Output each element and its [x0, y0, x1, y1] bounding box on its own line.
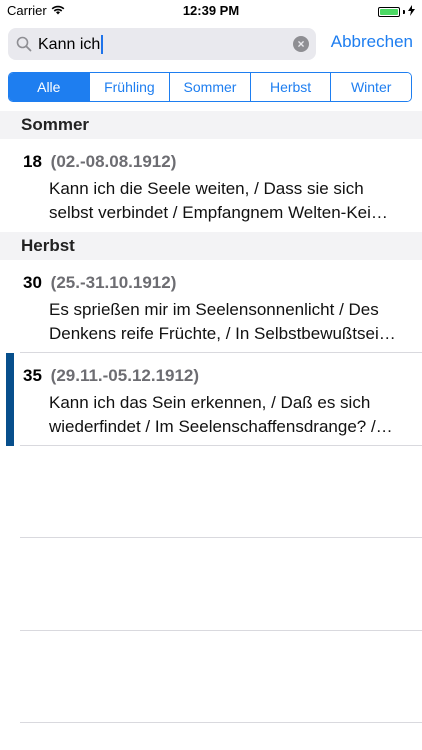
clear-icon[interactable]: ×: [293, 36, 309, 52]
row-separator: [20, 537, 422, 538]
status-time: 12:39 PM: [182, 3, 240, 18]
row-title: 18 (02.-08.08.1912): [23, 152, 176, 172]
list-item[interactable]: 18 (02.-08.08.1912) Kann ich die Seele w…: [0, 139, 422, 232]
search-input[interactable]: Kann ich ×: [8, 28, 316, 60]
verse-excerpt: Kann ich das Sein erkennen, / Daß es sic…: [49, 391, 409, 439]
verse-date: (02.-08.08.1912): [50, 152, 177, 171]
status-bar: Carrier 12:39 PM: [0, 0, 422, 22]
verse-line-2: wiederfindet / Im Seelenschaffensdrange?…: [49, 417, 393, 436]
search-value: Kann ich: [38, 35, 101, 53]
segment-alle[interactable]: Alle: [9, 73, 89, 101]
cancel-button[interactable]: Abbrechen: [331, 32, 413, 52]
section-header-herbst: Herbst: [0, 232, 422, 260]
row-separator: [20, 630, 422, 631]
text-cursor: [101, 35, 104, 54]
search-row: Kann ich × Abbrechen: [0, 22, 422, 66]
section-header-sommer: Sommer: [0, 111, 422, 139]
row-title: 35 (29.11.-05.12.1912): [23, 366, 199, 386]
verse-number: 35: [23, 366, 42, 385]
verse-number: 30: [23, 273, 42, 292]
segment-herbst[interactable]: Herbst: [249, 73, 331, 101]
status-right: [378, 4, 415, 19]
verse-excerpt: Kann ich die Seele weiten, / Dass sie si…: [49, 177, 409, 225]
verse-excerpt: Es sprießen mir im Seelensonnenlicht / D…: [49, 298, 409, 346]
verse-line-1: Kann ich die Seele weiten, / Dass sie si…: [49, 179, 364, 198]
battery-tip: [403, 9, 405, 14]
row-title: 30 (25.-31.10.1912): [23, 273, 176, 293]
segment-sommer[interactable]: Sommer: [169, 73, 250, 101]
battery-icon: [378, 6, 400, 17]
list-item[interactable]: 35 (29.11.-05.12.1912) Kann ich das Sein…: [0, 353, 422, 446]
charging-icon: [408, 4, 415, 19]
list-item[interactable]: 30 (25.-31.10.1912) Es sprießen mir im S…: [0, 260, 422, 353]
verse-date: (25.-31.10.1912): [50, 273, 177, 292]
verse-line-1: Kann ich das Sein erkennen, / Daß es sic…: [49, 393, 371, 412]
verse-line-1: Es sprießen mir im Seelensonnenlicht / D…: [49, 300, 379, 319]
verse-line-2: selbst verbindet / Empfangnem Welten-Kei…: [49, 203, 388, 222]
row-separator: [20, 722, 422, 723]
search-text-wrap: Kann ich: [38, 35, 104, 54]
selection-indicator: [6, 353, 14, 446]
search-icon: [16, 36, 32, 52]
row-separator: [20, 445, 422, 446]
verse-line-2: Denkens reife Früchte, / In Selbstbewußt…: [49, 324, 396, 343]
segment-winter[interactable]: Winter: [330, 73, 411, 101]
season-segmented-control: Alle Frühling Sommer Herbst Winter: [8, 72, 412, 102]
verse-date: (29.11.-05.12.1912): [50, 366, 200, 385]
verse-number: 18: [23, 152, 42, 171]
segment-fruehling[interactable]: Frühling: [88, 73, 170, 101]
